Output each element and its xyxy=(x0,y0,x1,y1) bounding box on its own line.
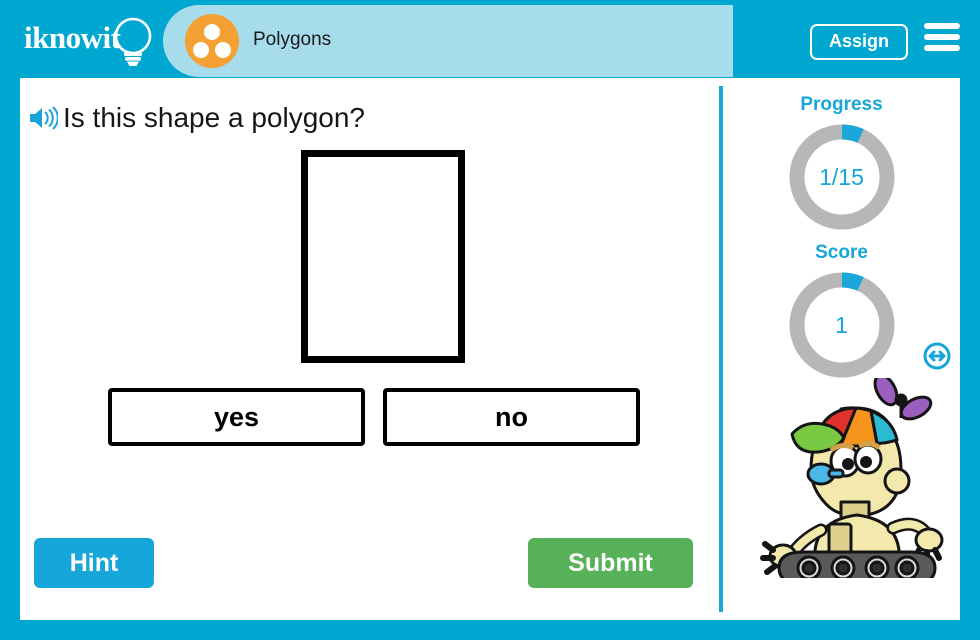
app-root: iknowit Polygons Assign Is this shape a … xyxy=(0,0,980,640)
hint-button[interactable]: Hint xyxy=(34,538,154,588)
topic-tab[interactable]: Polygons xyxy=(163,5,733,77)
app-header: iknowit Polygons Assign xyxy=(0,0,980,78)
question-text: Is this shape a polygon? xyxy=(63,102,365,133)
three-dots-circle-icon xyxy=(185,14,239,68)
submit-button[interactable]: Submit xyxy=(528,538,693,588)
brand-logo-text: iknowit xyxy=(24,20,121,55)
score-ring: 1 xyxy=(785,268,899,382)
question-row: Is this shape a polygon? xyxy=(28,96,365,140)
robot-mascot-propeller-hat xyxy=(760,378,944,578)
hamburger-menu-icon[interactable] xyxy=(924,22,960,52)
answer-button-no[interactable]: no xyxy=(383,388,640,446)
progress-ring: 1/15 xyxy=(785,120,899,234)
progress-value: 1/15 xyxy=(819,163,864,190)
resize-horizontal-icon[interactable] xyxy=(923,342,951,370)
assign-button[interactable]: Assign xyxy=(809,24,908,60)
status-panel: Progress 1/15 Score 1 xyxy=(723,78,960,620)
menu-bar xyxy=(924,34,960,40)
content-card: Is this shape a polygon? yes no Hint Sub… xyxy=(20,78,960,620)
speaker-audio-icon[interactable] xyxy=(28,105,58,131)
brand-logo[interactable]: iknowit xyxy=(22,12,162,70)
answer-button-yes[interactable]: yes xyxy=(108,388,365,446)
topic-title: Polygons xyxy=(253,29,332,50)
progress-label: Progress xyxy=(800,94,883,115)
lightbulb-icon xyxy=(114,17,152,66)
menu-bar xyxy=(924,23,960,29)
progress-gauge: Progress 1/15 xyxy=(723,94,960,234)
topic-icon-dot xyxy=(204,24,220,40)
answer-options: yes no xyxy=(108,388,668,446)
shape-figure-rectangle xyxy=(301,150,465,363)
score-label: Score xyxy=(815,242,868,263)
menu-bar xyxy=(924,45,960,51)
topic-icon-dot xyxy=(193,42,209,58)
score-value: 1 xyxy=(835,311,848,338)
topic-icon-dot xyxy=(215,42,231,58)
